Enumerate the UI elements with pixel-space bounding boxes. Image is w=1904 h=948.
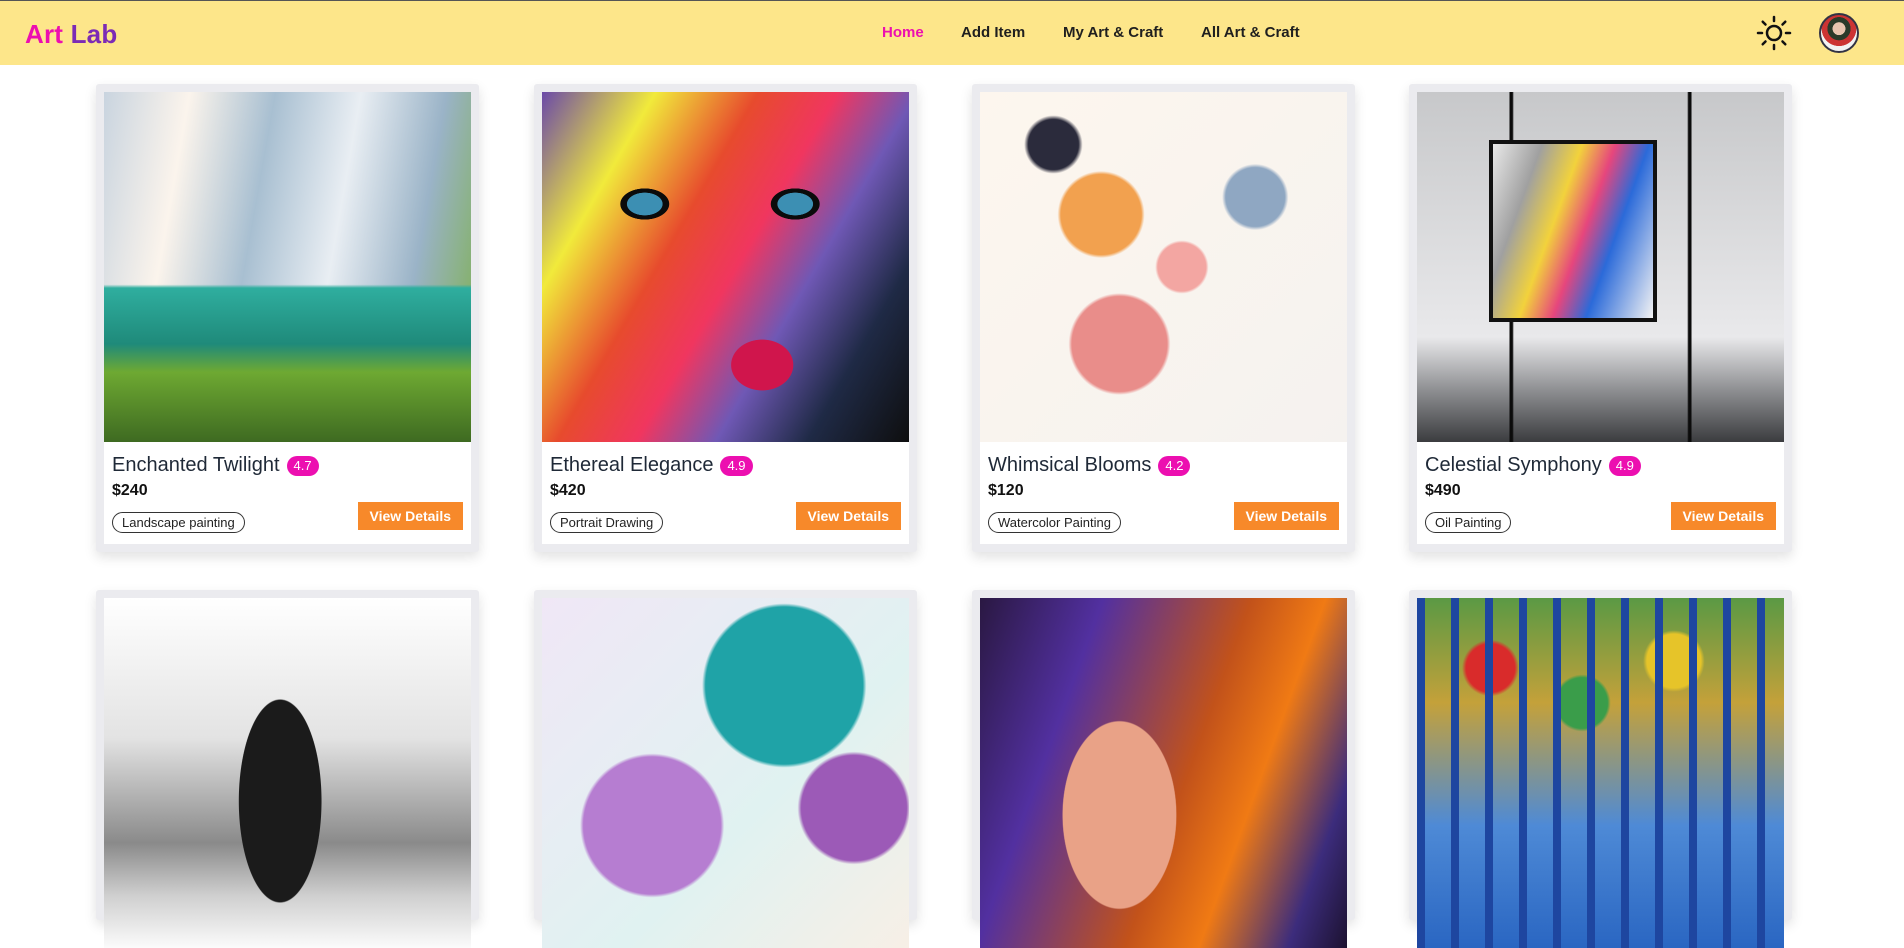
category-tag: Landscape painting bbox=[112, 512, 245, 533]
art-image bbox=[1417, 598, 1784, 948]
view-details-button[interactable]: View Details bbox=[1233, 502, 1339, 530]
art-image bbox=[104, 92, 471, 442]
art-card: Celestial Symphony 4.9 $490 Oil Painting… bbox=[1409, 84, 1792, 552]
art-card bbox=[96, 590, 479, 948]
art-image bbox=[980, 598, 1347, 948]
card-title: Ethereal Elegance bbox=[550, 454, 714, 476]
view-details-button[interactable]: View Details bbox=[1670, 502, 1776, 530]
rating-badge: 4.9 bbox=[720, 455, 753, 476]
art-card bbox=[1409, 590, 1792, 948]
art-card: Whimsical Blooms 4.2 $120 Watercolor Pai… bbox=[972, 84, 1355, 552]
card-title: Whimsical Blooms bbox=[988, 454, 1152, 476]
card-title: Enchanted Twilight bbox=[112, 454, 280, 476]
art-image bbox=[1417, 92, 1784, 442]
art-card: Ethereal Elegance 4.9 $420 Portrait Draw… bbox=[534, 84, 917, 552]
card-price: $490 bbox=[1425, 482, 1461, 499]
art-card: Enchanted Twilight 4.7 $240 Landscape pa… bbox=[96, 84, 479, 552]
view-details-button[interactable]: View Details bbox=[357, 502, 463, 530]
rating-badge: 4.9 bbox=[1608, 455, 1641, 476]
art-image bbox=[980, 92, 1347, 442]
category-tag: Oil Painting bbox=[1425, 512, 1512, 533]
view-details-button[interactable]: View Details bbox=[795, 502, 901, 530]
category-tag: Watercolor Painting bbox=[988, 512, 1121, 533]
art-card bbox=[972, 590, 1355, 948]
rating-badge: 4.7 bbox=[286, 455, 319, 476]
art-grid: Enchanted Twilight 4.7 $240 Landscape pa… bbox=[0, 0, 1904, 948]
card-price: $120 bbox=[988, 482, 1024, 499]
category-tag: Portrait Drawing bbox=[550, 512, 664, 533]
card-title: Celestial Symphony bbox=[1425, 454, 1602, 476]
art-image bbox=[542, 92, 909, 442]
art-image bbox=[542, 598, 909, 948]
framed-painting bbox=[1489, 140, 1657, 322]
rating-badge: 4.2 bbox=[1158, 455, 1191, 476]
card-price: $420 bbox=[550, 482, 586, 499]
art-card bbox=[534, 590, 917, 948]
card-price: $240 bbox=[112, 482, 148, 499]
art-image bbox=[104, 598, 471, 948]
